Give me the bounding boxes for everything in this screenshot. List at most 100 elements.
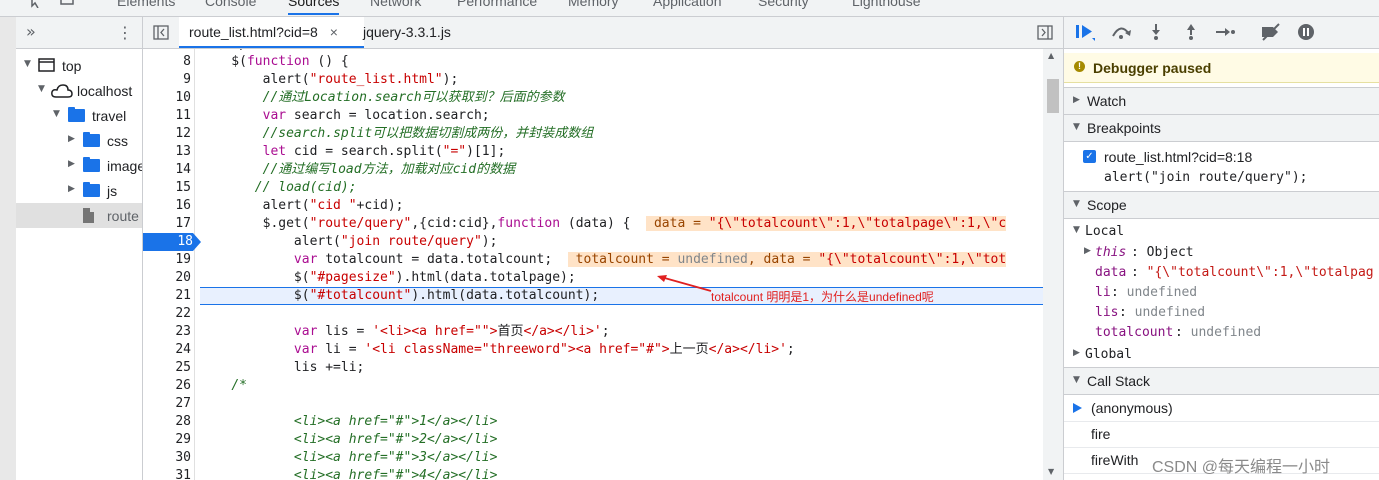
tree-item-localhost[interactable]: ▼ localhost [16,78,142,103]
line-number[interactable]: 25 [143,359,191,377]
editor-tab-jquery[interactable]: jquery-3.3.1.js [363,17,451,48]
line-number[interactable]: 28 [143,413,191,431]
tree-item-travel[interactable]: ▼ travel [16,103,142,128]
line-number[interactable]: 27 [143,395,191,413]
toggle-navigator-icon[interactable] [153,25,169,40]
pause-on-exceptions-icon[interactable] [1297,23,1315,41]
scroll-up-icon[interactable]: ▲ [1048,51,1054,60]
step-out-icon[interactable] [1184,23,1198,41]
scope-var-data[interactable]: data : "{\"totalcount\":1,\"totalpag [1064,263,1379,283]
close-tab-icon[interactable]: × [330,24,338,40]
tree-item-route-file[interactable]: route [16,203,142,228]
editor-tab-route-list[interactable]: route_list.html?cid=8 × [179,17,364,48]
tab-performance[interactable]: Performance [457,0,537,9]
inspect-element-icon[interactable] [30,0,44,8]
step-icon[interactable] [1215,25,1235,39]
step-over-icon[interactable] [1110,24,1132,40]
line-number[interactable]: 17 [143,215,191,233]
section-title: Call Stack [1087,373,1151,389]
line-number[interactable]: 30 [143,449,191,467]
code-area[interactable]: 7 8 9 10 11 12 13 14 15 16 17 18 19 20 2… [143,49,1043,480]
tree-item-top[interactable]: ▼ top [16,53,142,78]
folder-icon [83,182,100,197]
line-number[interactable]: 21 [143,287,191,305]
call-frame-anonymous[interactable]: (anonymous) [1064,395,1379,422]
code-line: $("#pagesize").html(data.totalpage); [200,270,576,285]
section-title: Watch [1087,93,1127,109]
tab-sources[interactable]: Sources [288,0,340,15]
breakpoint-line-number[interactable]: 18 [143,233,201,251]
breakpoint-item[interactable]: ✓ route_list.html?cid=8:18 [1064,147,1379,167]
line-number[interactable]: 22 [143,305,191,323]
line-number[interactable]: 19 [143,251,191,269]
expand-down-icon[interactable]: ▼ [38,84,45,94]
code-line: $.get("route/query",{cid:cid},function (… [200,216,1007,231]
device-toolbar-icon[interactable] [60,0,74,8]
line-number[interactable]: 13 [143,143,191,161]
deactivate-breakpoints-icon[interactable] [1260,23,1282,41]
debugger-toolbar [1064,17,1379,49]
code-line: var lis = '<li><a href="">首页</a></li>'; [293,324,610,339]
toggle-debugger-icon[interactable] [1037,25,1053,40]
current-frame-icon [1073,403,1082,413]
scope-var-key: totalcount [1095,325,1174,340]
section-breakpoints[interactable]: ▼ Breakpoints [1064,114,1379,142]
tab-security[interactable]: Security [758,0,809,9]
expand-right-icon[interactable]: ▶ [68,184,75,194]
tab-elements[interactable]: Elements [117,0,175,9]
call-frame-label: (anonymous) [1091,400,1173,416]
line-number[interactable]: 24 [143,341,191,359]
code-line: //通过Location.search可以获取到？后面的参数 [262,90,565,105]
tab-network[interactable]: Network [370,0,421,9]
scope-var-lis[interactable]: lis : undefined [1064,303,1379,323]
line-number[interactable]: 10 [143,89,191,107]
expanded-arrow-icon: ▼ [1073,122,1080,132]
scope-global-header[interactable]: ▶ Global [1064,345,1379,365]
line-number[interactable]: 23 [143,323,191,341]
scope-var-this[interactable]: ▶ this : Object [1064,243,1379,263]
annotation-arrow [657,275,712,292]
line-number[interactable]: 20 [143,269,191,287]
line-number[interactable]: 14 [143,161,191,179]
section-watch[interactable]: ▶ Watch [1064,87,1379,115]
line-number[interactable]: 26 [143,377,191,395]
tree-item-css[interactable]: ▶ css [16,128,142,153]
tree-item-js[interactable]: ▶ js [16,178,142,203]
breakpoint-checkbox[interactable]: ✓ [1083,150,1096,163]
expand-down-icon[interactable]: ▼ [53,109,60,119]
expand-right-icon[interactable]: ▶ [68,134,75,144]
expand-down-icon[interactable]: ▼ [24,59,31,69]
tab-console[interactable]: Console [205,0,256,9]
scroll-down-icon[interactable]: ▼ [1048,467,1054,476]
scope-var-totalcount[interactable]: totalcount : undefined [1064,323,1379,343]
editor-scrollbar[interactable]: ▲ ▼ [1043,49,1063,480]
call-frame-fire[interactable]: fire [1064,421,1379,448]
line-number[interactable]: 15 [143,179,191,197]
resume-icon[interactable] [1075,24,1095,42]
scope-local-header[interactable]: ▼ Local [1064,222,1379,242]
line-number[interactable]: 12 [143,125,191,143]
code-line: <li><a href="#">1</a></li> [293,414,498,429]
source-editor: route_list.html?cid=8 × jquery-3.3.1.js … [143,17,1063,480]
editor-tab-bar: route_list.html?cid=8 × jquery-3.3.1.js [143,17,1063,49]
section-call-stack[interactable]: ▼ Call Stack [1064,367,1379,395]
line-number[interactable]: 29 [143,431,191,449]
scope-var-li[interactable]: li : undefined [1064,283,1379,303]
tab-lighthouse[interactable]: Lighthouse [852,0,921,9]
line-number[interactable]: 31 [143,467,191,480]
line-number[interactable]: 9 [143,71,191,89]
step-into-icon[interactable] [1149,23,1163,41]
collapsed-arrow-icon: ▶ [1084,246,1091,256]
section-scope[interactable]: ▼ Scope [1064,191,1379,219]
expand-right-icon[interactable]: ▶ [68,159,75,169]
tab-memory[interactable]: Memory [568,0,619,9]
more-options-icon[interactable]: ⋮ [117,23,133,42]
tab-application[interactable]: Application [653,0,722,9]
tree-item-image[interactable]: ▶ image [16,153,142,178]
line-number-gutter[interactable]: 7 8 9 10 11 12 13 14 15 16 17 18 19 20 2… [143,49,201,480]
line-number[interactable]: 16 [143,197,191,215]
line-number[interactable]: 11 [143,107,191,125]
scrollbar-thumb[interactable] [1047,79,1059,113]
line-number[interactable]: 8 [143,53,191,71]
show-more-icon[interactable]: » [26,22,36,41]
